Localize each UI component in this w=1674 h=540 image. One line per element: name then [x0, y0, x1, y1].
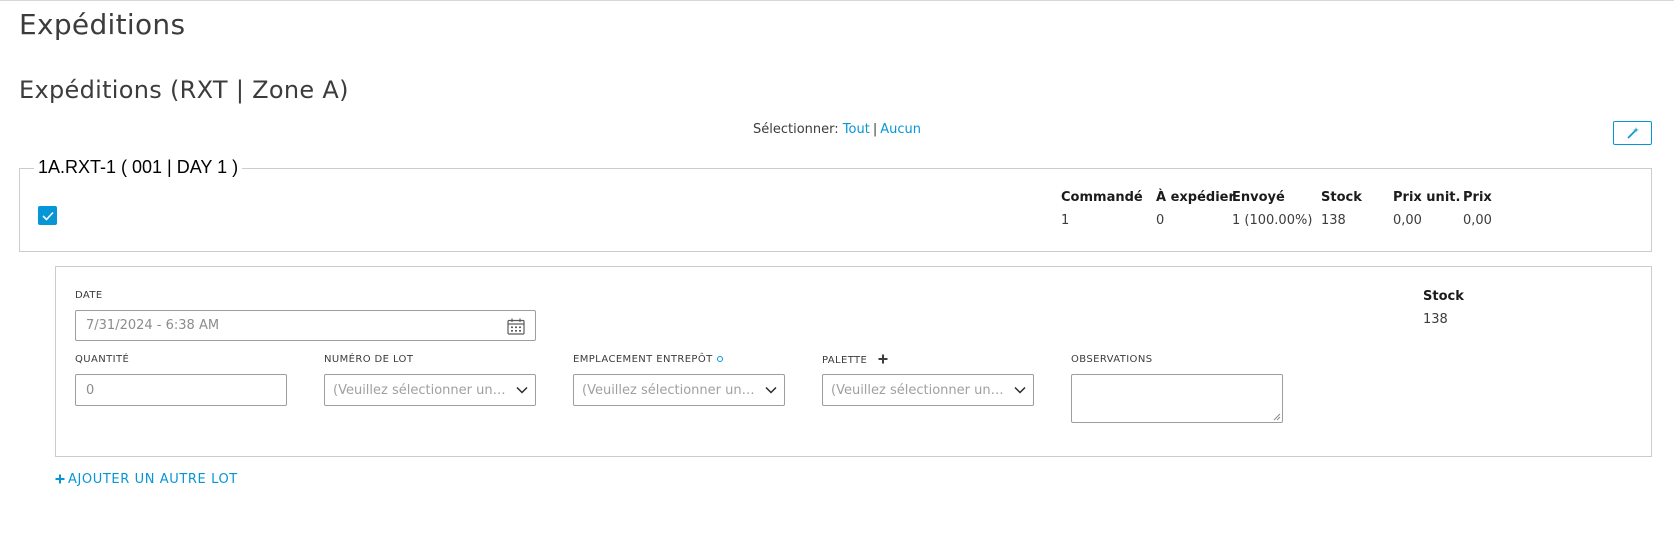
col-value-stock: 138: [1321, 213, 1346, 228]
selection-label: Sélectionner:: [753, 122, 839, 137]
col-header-price: Prix: [1463, 190, 1492, 205]
notes-label: OBSERVATIONS: [1071, 354, 1153, 365]
col-header-unit-price: Prix unit.: [1393, 190, 1461, 205]
page-title: Expéditions: [19, 8, 186, 41]
top-divider: [0, 0, 1674, 1]
col-header-ordered: Commandé: [1061, 190, 1143, 205]
col-value-unit-price: 0,00: [1393, 213, 1422, 228]
item-group: [19, 168, 1652, 252]
date-label: DATE: [75, 290, 103, 301]
date-field[interactable]: 7/31/2024 - 6:38 AM: [75, 310, 536, 341]
warehouse-label: EMPLACEMENT ENTREPÔT: [573, 354, 723, 365]
chevron-down-icon: [516, 386, 528, 394]
lot-number-placeholder: (Veuillez sélectionner une option): [333, 382, 508, 398]
chevron-down-icon: [765, 386, 777, 394]
pallet-select[interactable]: (Veuillez sélectionner une option): [822, 374, 1034, 406]
magic-wand-icon: [1626, 127, 1639, 139]
date-value: 7/31/2024 - 6:38 AM: [86, 318, 220, 333]
lot-stock-value: 138: [1423, 312, 1448, 327]
add-lot-button[interactable]: AJOUTER UN AUTRE LOT: [55, 472, 238, 487]
pallet-placeholder: (Veuillez sélectionner une option): [831, 382, 1006, 398]
lot-number-label: NUMÉRO DE LOT: [324, 354, 414, 365]
col-value-sent: 1 (100.00%): [1232, 213, 1313, 228]
warehouse-label-text: EMPLACEMENT ENTREPÔT: [573, 354, 713, 365]
selection-bar: Sélectionner: Tout | Aucun: [0, 122, 1674, 137]
chevron-down-icon: [1014, 386, 1026, 394]
checkmark-icon: [41, 211, 54, 221]
quantity-label: QUANTITÉ: [75, 354, 130, 365]
col-header-sent: Envoyé: [1232, 190, 1285, 205]
col-header-stock: Stock: [1321, 190, 1362, 205]
lot-number-select[interactable]: (Veuillez sélectionner une option): [324, 374, 536, 406]
add-lot-label: AJOUTER UN AUTRE LOT: [68, 472, 238, 487]
quantity-input[interactable]: 0: [75, 374, 287, 406]
item-title: 1A.RXT-1 ( 001 | DAY 1 ): [34, 157, 243, 178]
auto-fill-button[interactable]: [1613, 121, 1652, 145]
plus-icon[interactable]: [878, 354, 888, 364]
item-checkbox[interactable]: [38, 206, 57, 225]
calendar-icon[interactable]: [507, 318, 525, 335]
col-header-to-ship: À expédier: [1156, 190, 1235, 205]
quantity-placeholder: 0: [86, 382, 95, 398]
plus-icon: [55, 474, 65, 484]
select-all-link[interactable]: Tout: [843, 122, 870, 137]
selection-separator: |: [872, 122, 878, 137]
col-value-to-ship: 0: [1156, 213, 1165, 228]
resize-handle-icon[interactable]: [1273, 413, 1281, 421]
lot-stock-label: Stock: [1423, 289, 1464, 304]
col-value-price: 0,00: [1463, 213, 1492, 228]
pallet-label-text: PALETTE: [822, 355, 868, 366]
select-none-link[interactable]: Aucun: [880, 122, 921, 137]
warehouse-select[interactable]: (Veuillez sélectionner une option): [573, 374, 785, 406]
warehouse-placeholder: (Veuillez sélectionner une option): [582, 382, 757, 398]
section-title: Expéditions (RXT | Zone A): [19, 76, 349, 104]
col-value-ordered: 1: [1061, 213, 1070, 228]
info-icon[interactable]: [716, 356, 723, 362]
pallet-label: PALETTE: [822, 354, 888, 366]
notes-textarea[interactable]: [1071, 374, 1283, 423]
